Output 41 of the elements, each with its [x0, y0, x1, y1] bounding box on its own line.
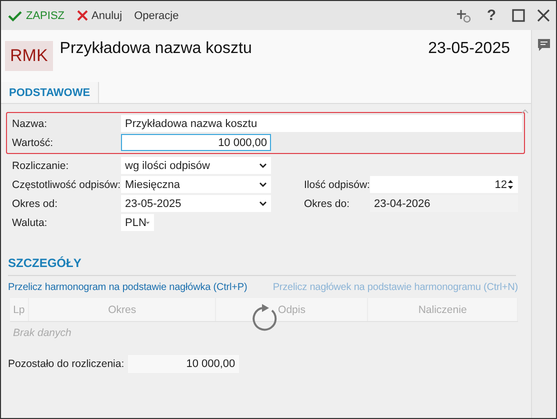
close-icon[interactable]: [537, 9, 550, 22]
field-label: Pozostało do rozliczenia:: [8, 358, 124, 370]
operations-menu[interactable]: Operacje: [133, 8, 180, 24]
link[interactable]: Przelicz harmonogram na podstawie nagłówka (Ctrl+P): [8, 282, 248, 293]
scroll-up-icon[interactable]: [521, 108, 529, 114]
input-field[interactable]: Przykładowa nazwa kosztu: [121, 115, 522, 132]
document-title: Przykładowa nazwa kosztu: [60, 40, 253, 58]
field-label: Częstotliwość odpisów:: [11, 178, 121, 190]
field-label: Okres do:: [304, 198, 351, 210]
document-badge: RMK: [5, 41, 53, 71]
cancel-button[interactable]: Anuluj: [76, 8, 124, 24]
input-field: 10 000,00: [128, 355, 240, 373]
field-label: Waluta:: [11, 216, 48, 228]
chevron-down-icon: [259, 182, 267, 187]
column-header: Okres: [28, 298, 216, 321]
field-label: Wartość:: [11, 136, 54, 148]
field-label: Ilość odpisów:: [304, 178, 370, 190]
maximize-icon[interactable]: [512, 9, 525, 22]
number-spinner[interactable]: 12: [370, 176, 518, 193]
field-label: Okres od:: [11, 198, 59, 210]
document-date: 23-05-2025: [428, 40, 510, 58]
chevron-down-icon: [259, 201, 267, 206]
field-label: Rozliczanie:: [11, 160, 70, 172]
save-button[interactable]: ZAPISZ: [7, 8, 66, 24]
column-header: Naliczenie: [368, 298, 518, 321]
spinner-arrows-icon: [507, 179, 514, 190]
help-button[interactable]: ?: [482, 5, 500, 26]
field-label: Nazwa:: [11, 118, 48, 130]
dropdown[interactable]: PLN: [121, 214, 154, 231]
empty-message: Brak danych: [12, 326, 72, 341]
comment-icon[interactable]: [537, 38, 551, 52]
column-header: Lp: [10, 298, 29, 321]
section-heading: SZCZEGÓŁY: [8, 256, 516, 276]
add-icon[interactable]: [456, 8, 471, 22]
input-field[interactable]: 10 000,00: [121, 134, 271, 151]
check-icon: [8, 10, 22, 22]
close-icon: [76, 10, 88, 21]
dropdown[interactable]: wg ilości odpisów: [121, 157, 271, 174]
dropdown[interactable]: Miesięczna: [121, 176, 271, 193]
chevron-down-icon: [259, 163, 267, 168]
dropdown[interactable]: 23-05-2025: [121, 195, 271, 212]
